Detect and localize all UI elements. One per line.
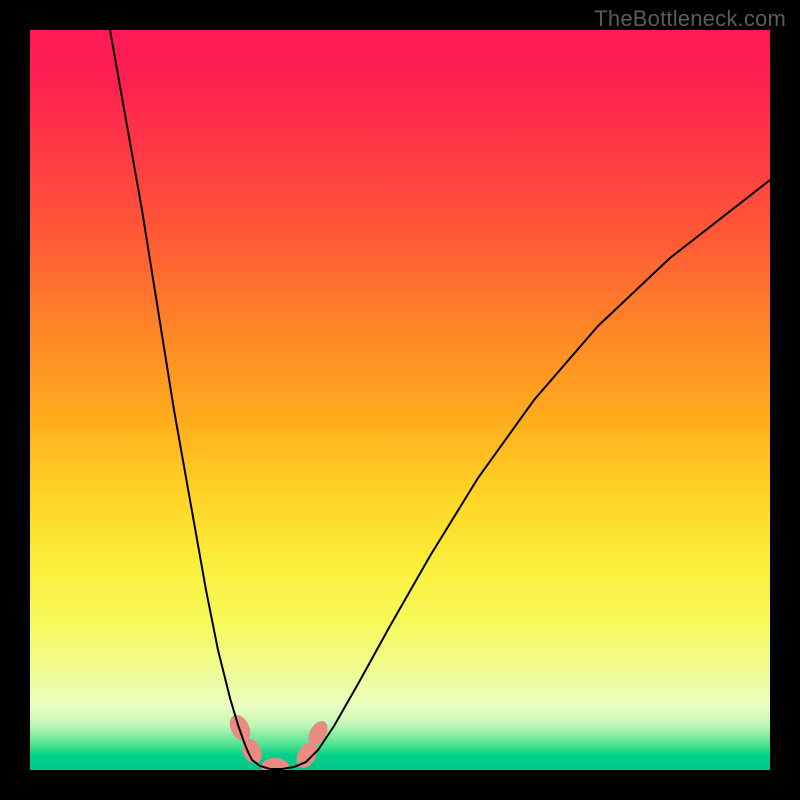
chart-frame: TheBottleneck.com xyxy=(0,0,800,800)
valley-markers xyxy=(225,711,331,770)
curve-layer xyxy=(30,30,770,770)
bottleneck-curve-path xyxy=(110,30,770,769)
plot-area xyxy=(30,30,770,770)
watermark-text: TheBottleneck.com xyxy=(594,6,786,32)
